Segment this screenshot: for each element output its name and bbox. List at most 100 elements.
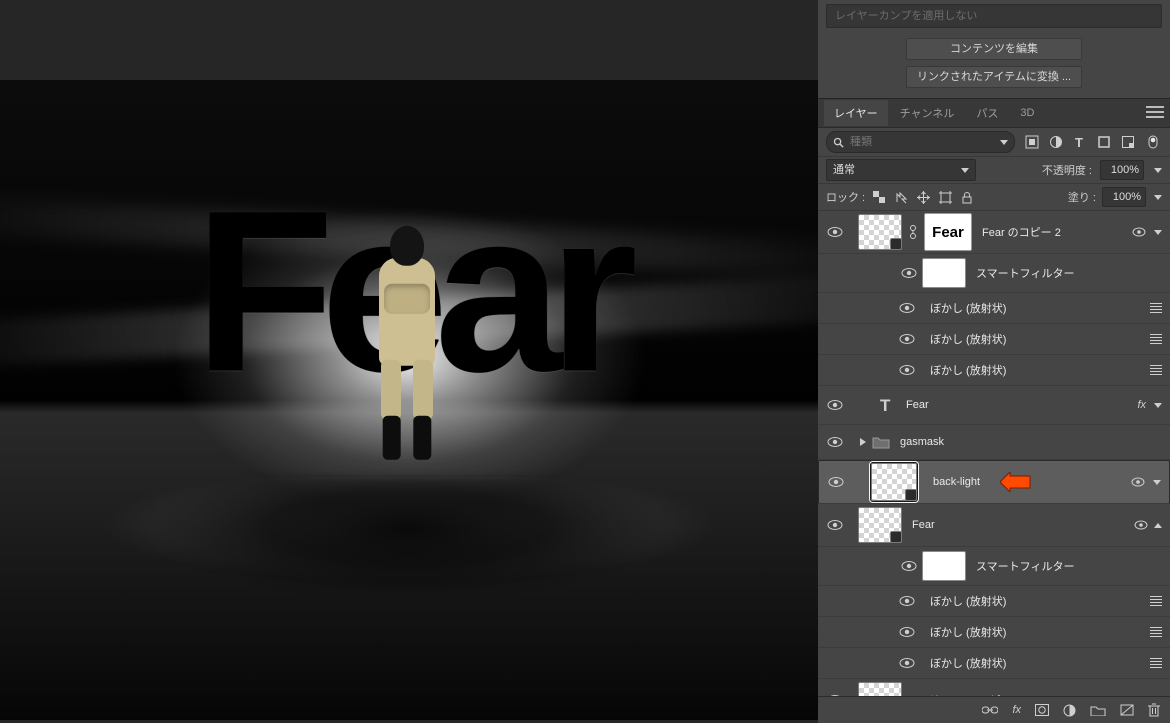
filter-visibility-icon[interactable] [1134,519,1148,531]
filter-smartobj-icon[interactable] [1121,135,1135,149]
visibility-toggle[interactable] [894,626,920,638]
layer-thumb[interactable] [871,463,917,501]
filter-options-icon[interactable] [1150,303,1162,313]
filter-adjustment-icon[interactable] [1049,135,1063,149]
layer-thumb[interactable] [858,682,902,696]
filter-shape-icon[interactable] [1097,135,1111,149]
opacity-value[interactable]: 100% [1100,160,1144,180]
lock-image-icon[interactable] [893,191,909,204]
smart-filter-header[interactable]: スマートフィルター [818,547,1170,586]
new-group-icon[interactable] [1090,704,1106,716]
chevron-down-icon [1000,140,1008,145]
visibility-toggle[interactable] [894,657,920,669]
lock-transparency-icon[interactable] [871,191,887,204]
layer-fear-copy-2[interactable]: Fear Fear のコピー 2 [818,211,1170,254]
layer-filter-row: T [818,128,1170,157]
chevron-down-icon[interactable] [1154,195,1162,200]
lock-label: ロック : [826,189,865,205]
tab-layers[interactable]: レイヤー [824,100,888,126]
filter-options-icon[interactable] [1150,658,1162,668]
filter-blur-radial[interactable]: ぼかし (放射状) [818,648,1170,679]
filter-visibility-icon[interactable] [1131,476,1145,488]
visibility-toggle[interactable] [822,519,848,531]
visibility-toggle[interactable] [822,399,848,411]
tab-channels[interactable]: チャンネル [890,100,965,126]
filter-blur-radial[interactable]: ぼかし (放射状) [818,586,1170,617]
layercomp-dropdown[interactable]: レイヤーカンプを適用しない [826,4,1162,28]
chevron-down-icon [961,168,969,173]
smart-filter-header[interactable]: スマートフィルター [818,254,1170,293]
filter-type-dropdown[interactable] [826,131,1015,153]
filter-options-icon[interactable] [1150,365,1162,375]
layer-name[interactable]: gasmask [900,436,944,448]
filter-options-icon[interactable] [1150,596,1162,606]
visibility-toggle[interactable] [822,436,848,448]
chevron-down-icon[interactable] [1154,168,1162,173]
tab-paths[interactable]: パス [966,100,1008,126]
layer-thumb[interactable] [858,214,902,250]
layer-fear-text[interactable]: T Fear fx [818,386,1170,425]
layers-bottom-bar: fx [818,696,1170,723]
filter-blur-radial[interactable]: ぼかし (放射状) [818,355,1170,386]
chevron-up-icon[interactable] [1154,523,1162,528]
lock-position-icon[interactable] [915,191,931,204]
trash-icon[interactable] [1148,703,1160,717]
layer-name[interactable]: Fear [912,519,935,531]
new-adjustment-icon[interactable] [1063,704,1076,717]
filter-toggle-switch[interactable] [1145,135,1163,149]
document-canvas[interactable]: Fear [0,80,818,720]
properties-panel: レイヤーカンプを適用しない コンテンツを編集 リンクされたアイテムに変換 ... [818,0,1170,98]
filter-type-input[interactable] [848,135,994,149]
fill-label: 塗り : [1068,189,1096,205]
tab-3d[interactable]: 3D [1010,102,1044,124]
lock-all-icon[interactable] [959,191,975,204]
visibility-toggle[interactable] [894,595,920,607]
filter-blur-radial[interactable]: ぼかし (放射状) [818,293,1170,324]
filter-mask-thumb[interactable] [922,551,966,581]
filter-options-icon[interactable] [1150,334,1162,344]
fill-value[interactable]: 100% [1102,187,1146,207]
layer-name[interactable]: Fear のコピー 2 [982,224,1061,240]
chevron-down-icon[interactable] [1153,480,1161,485]
svg-text:T: T [1075,135,1083,149]
layer-fear-so[interactable]: Fear [818,504,1170,547]
edit-contents-button[interactable]: コンテンツを編集 [906,38,1082,60]
filter-options-icon[interactable] [1150,627,1162,637]
add-mask-icon[interactable] [1035,704,1049,716]
filter-blur-radial[interactable]: ぼかし (放射状) [818,324,1170,355]
panel-menu-icon[interactable] [1146,106,1164,120]
link-layers-icon[interactable] [982,704,998,716]
visibility-toggle[interactable] [894,333,920,345]
chevron-right-icon[interactable] [858,437,868,447]
canvas-area: Fear [0,0,818,723]
link-icon [908,224,918,240]
lock-row: ロック : 塗り : 100% [818,184,1170,211]
chevron-down-icon[interactable] [1154,403,1162,408]
visibility-toggle[interactable] [823,476,849,488]
chevron-down-icon[interactable] [1154,230,1162,235]
gasmask-figure [371,226,443,466]
layer-layer2-copy[interactable]: レイヤー 2 のコピー [818,679,1170,696]
visibility-toggle[interactable] [896,267,922,279]
convert-linked-button[interactable]: リンクされたアイテムに変換 ... [906,66,1082,88]
filter-blur-radial[interactable]: ぼかし (放射状) [818,617,1170,648]
visibility-toggle[interactable] [894,364,920,376]
filter-type-icon[interactable]: T [1073,135,1087,149]
visibility-toggle[interactable] [896,560,922,572]
lock-artboard-icon[interactable] [937,191,953,204]
filter-mask-thumb[interactable] [922,258,966,288]
fx-badge[interactable]: fx [1137,399,1146,411]
layer-group-gasmask[interactable]: gasmask [818,425,1170,460]
layer-back-light[interactable]: back-light [818,460,1170,504]
visibility-toggle[interactable] [894,302,920,314]
new-layer-icon[interactable] [1120,704,1134,716]
layer-thumb[interactable] [858,507,902,543]
visibility-toggle[interactable] [822,226,848,238]
filter-visibility-icon[interactable] [1132,226,1146,238]
blend-mode-select[interactable]: 通常 [826,159,976,181]
fx-icon[interactable]: fx [1012,704,1021,716]
filter-pixel-icon[interactable] [1025,135,1039,149]
layer-name[interactable]: back-light [933,472,980,492]
layer-name[interactable]: Fear [906,399,929,411]
mask-thumb[interactable]: Fear [924,213,972,251]
